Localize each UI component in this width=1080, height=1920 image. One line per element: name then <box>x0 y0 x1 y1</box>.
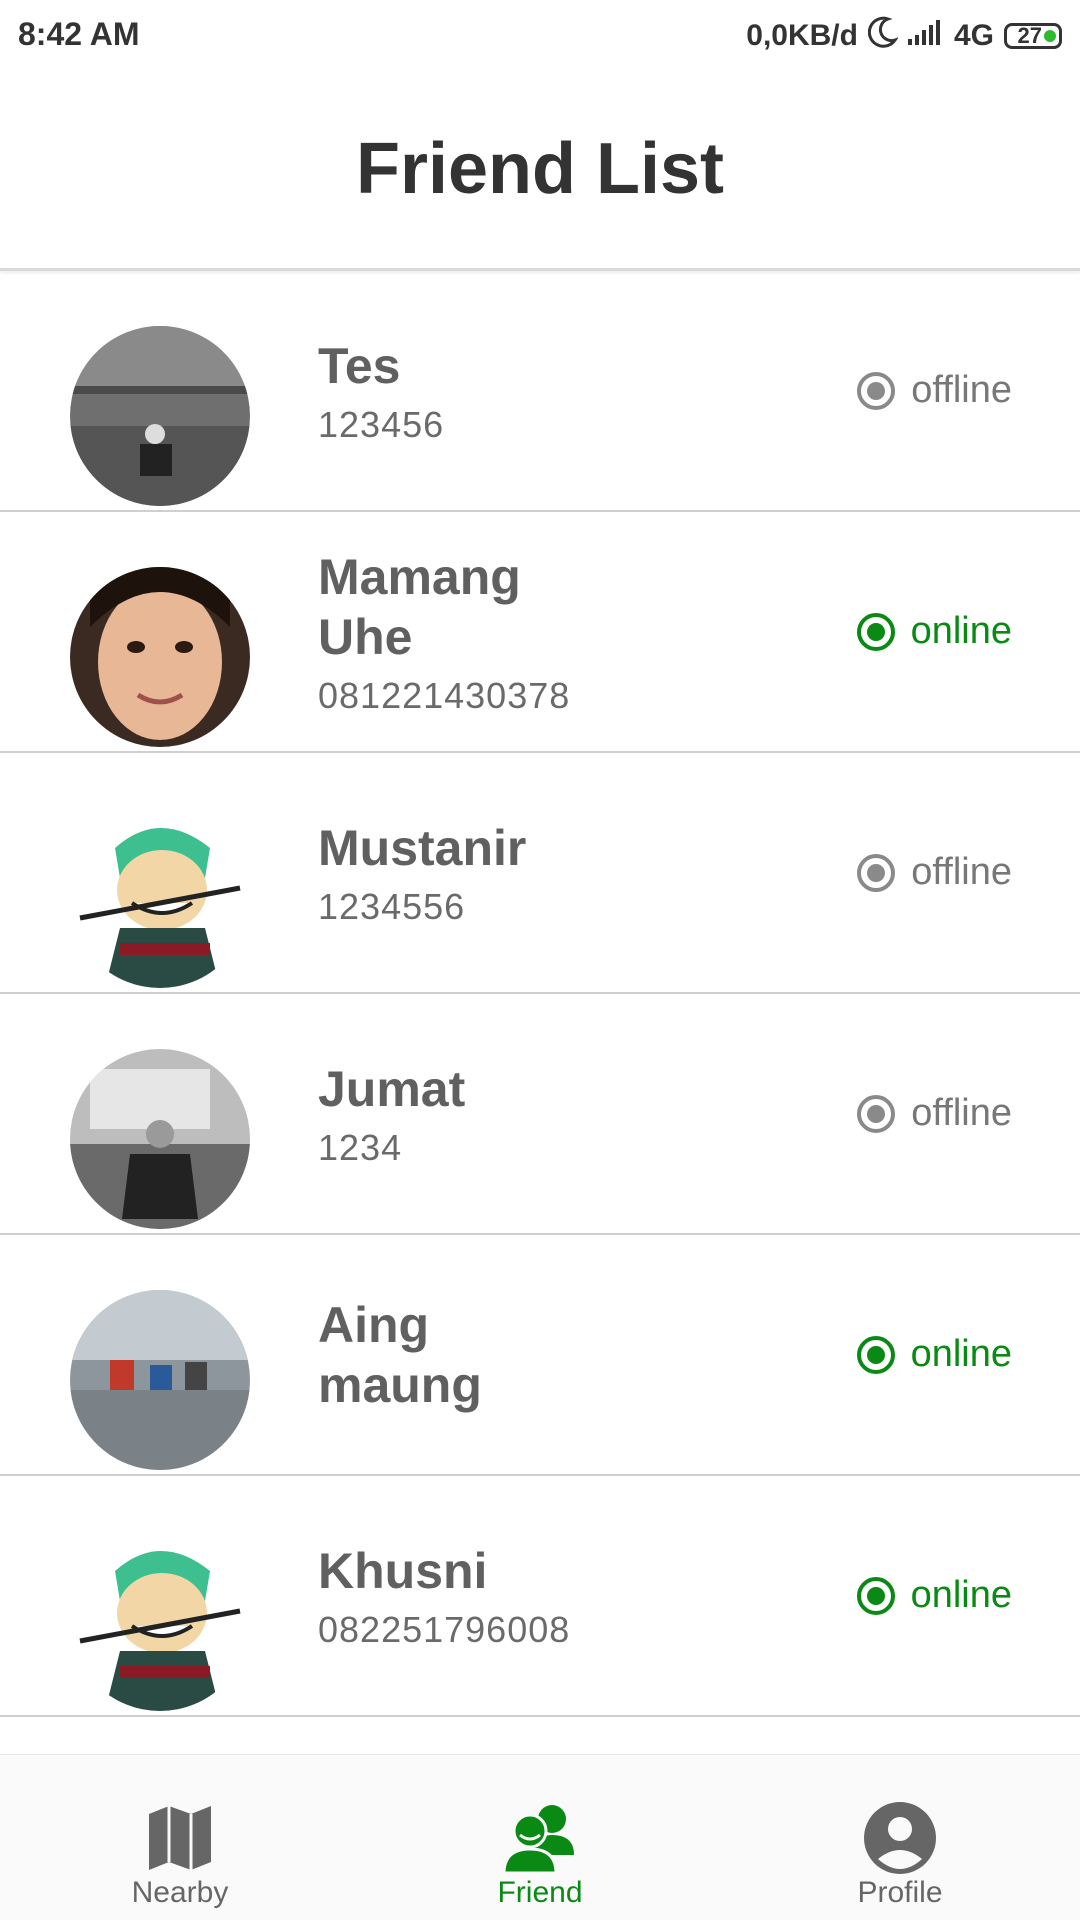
status-indicator: offline <box>857 994 1012 1233</box>
friend-phone: 082251796008 <box>318 1608 571 1650</box>
radio-status-icon <box>857 853 896 892</box>
network-speed: 0,0KB/d <box>746 19 858 52</box>
friend-phone: 1234 <box>318 1126 403 1168</box>
status-label: offline <box>911 369 1012 411</box>
friend-name: Aing maung <box>318 1296 482 1413</box>
friend-list[interactable]: Tes 123456 offline Mamang Uhe 0812214303… <box>0 271 1080 1751</box>
radio-status-icon <box>857 1094 896 1133</box>
status-indicator: online <box>856 1235 1012 1474</box>
friend-phone: 123456 <box>318 403 445 445</box>
status-time: 8:42 AM <box>18 16 140 52</box>
page-title: Friend List <box>355 129 724 209</box>
status-label: online <box>910 610 1012 652</box>
friend-name: Mamang Uhe <box>318 548 521 665</box>
bottom-navigation: Nearby Friend Profile <box>0 1754 1080 1920</box>
moon-icon <box>867 16 899 56</box>
friend-info: Mustanir 1234556 <box>318 753 568 992</box>
nav-label: Profile <box>857 1876 943 1909</box>
status-indicator: online <box>856 1476 1012 1715</box>
app-header: Friend List <box>0 72 1080 271</box>
friends-icon <box>500 1802 580 1874</box>
nav-label: Friend <box>497 1876 583 1909</box>
friend-name: Khusni <box>318 1542 488 1599</box>
radio-status-icon <box>856 612 895 651</box>
status-indicator: offline <box>857 271 1012 510</box>
friend-phone: 1234556 <box>318 885 466 927</box>
avatar <box>70 1531 250 1711</box>
friend-row[interactable]: Khusni 082251796008 online <box>0 1476 1080 1717</box>
friend-row[interactable]: Mustanir 1234556 offline <box>0 753 1080 994</box>
friend-info: Khusni 082251796008 <box>318 1476 570 1715</box>
friend-name: Mustanir <box>318 819 527 876</box>
nav-profile[interactable]: Profile <box>720 1755 1080 1920</box>
avatar <box>70 808 250 988</box>
account-circle-icon <box>860 1802 940 1874</box>
friend-info: Tes 123456 <box>318 271 568 510</box>
radio-status-icon <box>856 1576 895 1615</box>
friend-row[interactable]: Jumat 1234 offline <box>0 994 1080 1235</box>
status-label: offline <box>911 1092 1012 1134</box>
status-label: online <box>910 1333 1012 1375</box>
avatar <box>70 326 250 506</box>
signal-icon <box>907 19 944 53</box>
status-label: offline <box>911 851 1012 893</box>
friend-row[interactable]: Aing maung online <box>0 1235 1080 1476</box>
nav-nearby[interactable]: Nearby <box>0 1755 360 1920</box>
friend-info: Mamang Uhe 081221430378 <box>318 512 570 751</box>
status-indicators: 0,0KB/d 4G 27 <box>746 16 1062 56</box>
avatar <box>70 567 250 747</box>
network-type: 4G <box>953 19 994 52</box>
status-label: online <box>910 1574 1012 1616</box>
friend-name: Tes <box>318 337 401 394</box>
friend-row[interactable]: Tes 123456 offline <box>0 271 1080 512</box>
status-indicator: online <box>856 512 1012 751</box>
avatar <box>70 1049 250 1229</box>
status-bar: 8:42 AM 0,0KB/d 4G 27 <box>0 0 1080 72</box>
map-icon <box>140 1802 220 1874</box>
friend-info: Jumat 1234 <box>318 994 568 1233</box>
status-indicator: offline <box>857 753 1012 992</box>
nav-label: Nearby <box>131 1876 229 1909</box>
friend-name: Jumat <box>318 1060 466 1117</box>
friend-info: Aing maung <box>318 1235 568 1474</box>
battery-icon: 27 <box>1004 23 1062 49</box>
charging-dot <box>1044 30 1056 42</box>
friend-phone: 081221430378 <box>318 674 571 716</box>
battery-level: 27 <box>1017 23 1042 48</box>
nav-friend[interactable]: Friend <box>360 1755 720 1920</box>
radio-status-icon <box>857 371 896 410</box>
avatar <box>70 1290 250 1470</box>
radio-status-icon <box>856 1335 895 1374</box>
friend-row[interactable]: Mamang Uhe 081221430378 online <box>0 512 1080 753</box>
